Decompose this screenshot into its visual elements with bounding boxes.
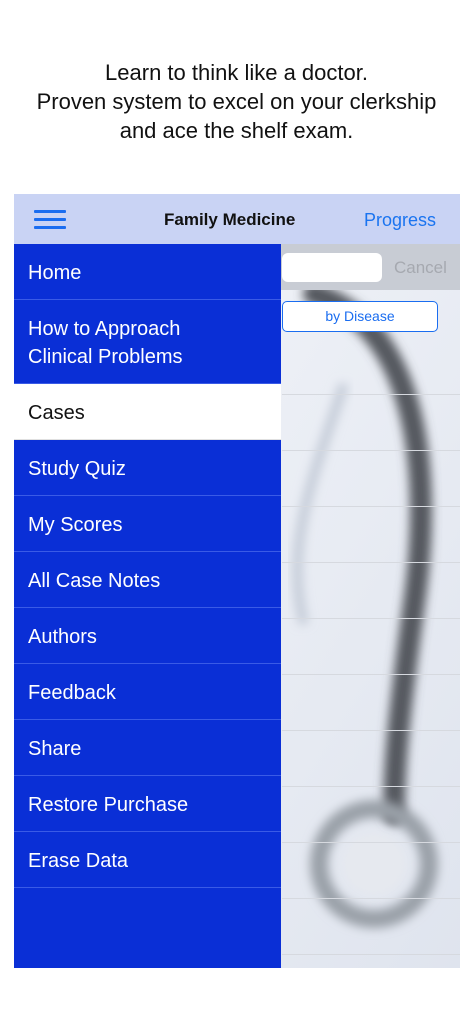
cancel-button[interactable]: Cancel xyxy=(394,258,447,278)
side-menu-drawer: Home How to Approach Clinical Problems C… xyxy=(14,244,281,968)
list-divider xyxy=(282,786,460,787)
menu-item-share[interactable]: Share xyxy=(14,720,281,776)
segment-by-disease[interactable]: by Disease xyxy=(282,301,438,332)
menu-item-label: My Scores xyxy=(28,514,123,536)
list-divider xyxy=(282,842,460,843)
menu-item-label: Feedback xyxy=(28,682,116,704)
list-divider xyxy=(282,898,460,899)
progress-button[interactable]: Progress xyxy=(364,210,436,231)
menu-item-label: Home xyxy=(28,262,82,284)
list-divider xyxy=(282,506,460,507)
tagline-line-3: and ace the shelf exam. xyxy=(119,118,354,143)
menu-item-cases[interactable]: Cases xyxy=(14,384,281,440)
tagline-line-1: Learn to think like a doctor. xyxy=(105,60,368,85)
menu-item-label: Share xyxy=(28,738,82,760)
menu-item-label: Study Quiz xyxy=(28,458,126,480)
menu-item-how-to-approach[interactable]: How to Approach Clinical Problems xyxy=(14,300,281,384)
page-title: Family Medicine xyxy=(164,210,296,229)
tagline: Learn to think like a doctor. Proven sys… xyxy=(0,58,473,145)
navigation-bar: Family Medicine Progress xyxy=(14,194,460,244)
menu-item-authors[interactable]: Authors xyxy=(14,608,281,664)
list-divider xyxy=(282,730,460,731)
menu-item-label: Erase Data xyxy=(28,850,129,872)
menu-item-label: Authors xyxy=(28,626,97,648)
menu-item-feedback[interactable]: Feedback xyxy=(14,664,281,720)
menu-item-label: How to Approach Clinical Problems xyxy=(28,318,183,368)
menu-item-study-quiz[interactable]: Study Quiz xyxy=(14,440,281,496)
hamburger-menu-icon[interactable] xyxy=(34,208,66,232)
app-screen: Cancel by Disease Family Medicine Progre… xyxy=(14,194,460,968)
menu-item-my-scores[interactable]: My Scores xyxy=(14,496,281,552)
menu-item-home[interactable]: Home xyxy=(14,244,281,300)
tagline-line-2: Proven system to excel on your clerkship xyxy=(36,89,437,114)
menu-item-label: Cases xyxy=(28,402,85,424)
menu-item-restore-purchase[interactable]: Restore Purchase xyxy=(14,776,281,832)
search-input[interactable] xyxy=(282,253,382,282)
menu-item-label: All Case Notes xyxy=(28,570,161,592)
list-divider xyxy=(282,674,460,675)
menu-item-label: Restore Purchase xyxy=(28,794,189,816)
list-divider xyxy=(282,394,460,395)
list-divider xyxy=(282,954,460,955)
menu-item-all-case-notes[interactable]: All Case Notes xyxy=(14,552,281,608)
list-divider xyxy=(282,618,460,619)
list-divider xyxy=(282,450,460,451)
menu-item-erase-data[interactable]: Erase Data xyxy=(14,832,281,888)
list-divider xyxy=(282,562,460,563)
